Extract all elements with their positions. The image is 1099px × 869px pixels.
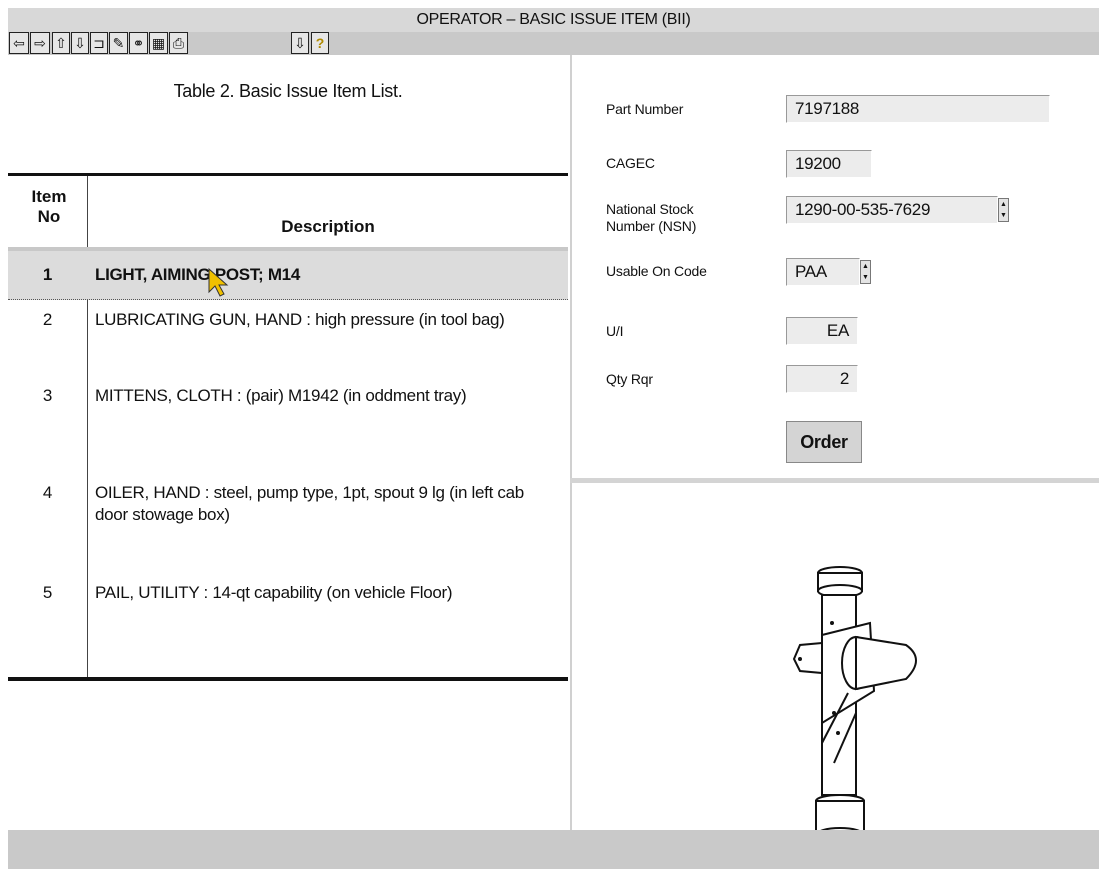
table-top-rule [8,173,568,176]
pane-divider[interactable] [570,55,572,830]
nsn-label: National Stock Number (NSN) [606,201,696,235]
nsn-label-line1: National Stock [606,201,694,217]
table-title: Table 2. Basic Issue Item List. [173,81,403,101]
usable-on-field[interactable]: PAA [786,258,860,286]
pen-icon[interactable]: ✎ [109,32,128,54]
cagec-label: CAGEC [606,155,655,171]
bookmark-icon[interactable]: ⇩ [291,32,309,54]
order-button[interactable]: Order [786,421,862,463]
calculator-icon[interactable]: ▦ [149,32,168,54]
table-row[interactable]: 1 LIGHT, AIMING POST; M14 [8,251,568,300]
window-title: OPERATOR – BASIC ISSUE ITEM (BII) [8,8,1099,32]
row-description: PAIL, UTILITY : 14-qt capability (on veh… [95,583,453,602]
help-icon[interactable]: ? [311,32,329,54]
row-description: LIGHT, AIMING POST; M14 [95,265,300,284]
nsn-field[interactable]: 1290-00-535-7629 [786,196,998,224]
ui-field: EA [786,317,858,345]
row-number: 1 [42,265,53,284]
qty-field: 2 [786,365,858,393]
header-item-line2: No [37,207,61,226]
main-content: Table 2. Basic Issue Item List. Item No … [8,55,1099,843]
row-number: 3 [42,386,53,405]
nsn-spinner[interactable]: ▲ ▼ [998,198,1009,222]
cagec-field: 19200 [786,150,872,178]
aiming-post-light-illustration [792,566,917,843]
application-window: OPERATOR – BASIC ISSUE ITEM (BII) ⇦ ⇨ ⇧ … [8,8,1099,869]
row-description: OILER, HAND : steel, pump type, 1pt, spo… [95,483,524,524]
mouse-cursor-icon [208,268,229,297]
header-item-line1: Item [31,187,67,206]
print-icon[interactable]: ⎙ [169,32,188,54]
status-bar [8,830,1099,869]
nsn-label-line2: Number (NSN) [606,218,697,234]
arrow-down-icon[interactable]: ⇩ [71,32,89,54]
table-bottom-rule [8,677,568,681]
table-row[interactable]: 2 LUBRICATING GUN, HAND : high pressure … [8,309,568,373]
row-description: MITTENS, CLOTH : (pair) M1942 (in oddmen… [95,386,467,405]
binoculars-icon[interactable]: ⚭ [129,32,148,54]
row-number: 2 [42,310,53,329]
row-description: LUBRICATING GUN, HAND : high pressure (i… [95,310,505,329]
header-item-no: Item No [16,187,82,227]
usable-on-label: Usable On Code [606,263,707,279]
qty-label: Qty Rqr [606,371,653,387]
arrow-up-icon[interactable]: ⇧ [52,32,70,54]
part-number-label: Part Number [606,101,684,117]
ui-label: U/I [606,323,624,339]
table-row[interactable]: 5 PAIL, UTILITY : 14-qt capability (on v… [8,582,568,646]
row-number: 4 [42,483,53,502]
table-row[interactable]: 3 MITTENS, CLOTH : (pair) M1942 (in oddm… [8,385,568,449]
part-number-field: 7197188 [786,95,1050,123]
header-description: Description [281,217,375,236]
row-number: 5 [42,583,53,602]
arrow-right-icon[interactable]: ⇨ [30,32,50,54]
table-row[interactable]: 4 OILER, HAND : steel, pump type, 1pt, s… [8,482,568,546]
arrow-left-icon[interactable]: ⇦ [9,32,29,54]
usable-on-spinner[interactable]: ▲ ▼ [860,260,871,284]
return-icon[interactable]: ⊐ [90,32,108,54]
detail-divider [570,478,1099,483]
